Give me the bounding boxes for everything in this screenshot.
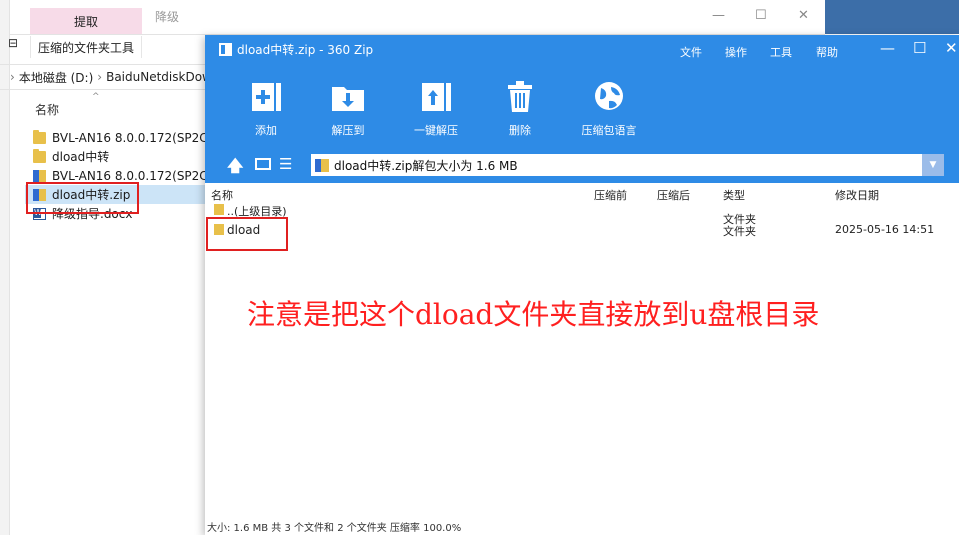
explorer-maximize-button[interactable]: ☐ xyxy=(755,8,767,23)
menu-file[interactable]: 文件 xyxy=(680,44,702,60)
chevron-down-icon[interactable]: ▼ xyxy=(922,154,944,176)
extract-to-icon xyxy=(332,87,364,111)
row-type: 文件夹 xyxy=(723,225,756,238)
globe-icon xyxy=(595,82,623,110)
ribbon-header-glyph: ⊟ xyxy=(8,36,19,50)
archive-language-label: 压缩包语言 xyxy=(581,124,637,137)
column-header-name[interactable]: 名称 xyxy=(35,101,59,118)
folder-icon xyxy=(33,148,46,163)
add-icon xyxy=(252,83,281,111)
highlight-box-dload-folder xyxy=(206,217,288,251)
extract-to-button[interactable]: 解压到 xyxy=(318,79,378,138)
path-bar: 🡅 ☰ dload中转.zip解包大小为 1.6 MB ▼ xyxy=(205,149,959,183)
thumbnail-view-icon[interactable] xyxy=(255,158,271,170)
one-click-extract-label: 一键解压 xyxy=(414,124,458,137)
file-name: BVL-AN16 8.0.0.172(SP2C00 xyxy=(52,168,210,183)
one-click-extract-button[interactable]: 一键解压 xyxy=(406,79,466,138)
zip-close-button[interactable]: ✕ xyxy=(945,39,958,57)
archive-path-text: dload中转.zip解包大小为 1.6 MB xyxy=(334,158,518,173)
file-name: BVL-AN16 8.0.0.172(SP2C00 xyxy=(52,130,210,145)
address-segment-folder[interactable]: BaiduNetdiskDown xyxy=(106,70,210,84)
zip-window-title: dload中转.zip - 360 Zip xyxy=(237,43,374,57)
add-button[interactable]: 添加 xyxy=(236,79,296,138)
delete-label: 删除 xyxy=(509,124,531,137)
extract-to-label: 解压到 xyxy=(331,124,365,137)
menu-help[interactable]: 帮助 xyxy=(816,44,838,60)
delete-icon xyxy=(508,81,532,112)
archive-language-button[interactable]: 压缩包语言 xyxy=(574,79,644,138)
zip-column-headers: 名称 压缩前 压缩后 类型 修改日期 xyxy=(205,185,959,202)
add-label: 添加 xyxy=(255,124,277,137)
one-click-extract-icon xyxy=(422,83,451,111)
zip-app-icon xyxy=(219,43,232,56)
row-modified: 2025-05-16 14:51 xyxy=(835,223,935,236)
compressed-folder-tools-label: 压缩的文件夹工具 xyxy=(30,36,142,58)
address-back-chevron[interactable]: › xyxy=(10,70,15,84)
menu-operate[interactable]: 操作 xyxy=(725,44,747,60)
archive-path-field[interactable]: dload中转.zip解包大小为 1.6 MB xyxy=(311,154,922,176)
list-item[interactable]: BVL-AN16 8.0.0.172(SP2C00 xyxy=(25,128,210,147)
delete-button[interactable]: 删除 xyxy=(490,79,550,138)
zip-maximize-button[interactable]: ☐ xyxy=(913,39,926,57)
explorer-close-button[interactable]: ✕ xyxy=(798,8,809,23)
up-arrow-icon[interactable]: 🡅 xyxy=(227,155,243,182)
zip-archive-window: dload中转.zip - 360 Zip 文件 操作 工具 帮助 — ☐ ✕ … xyxy=(205,35,959,535)
menu-tools[interactable]: 工具 xyxy=(770,44,792,60)
ribbon-tab-extract[interactable]: 提取 xyxy=(30,8,142,34)
table-row-dload[interactable]: dload 文件夹 2025-05-16 14:51 xyxy=(205,221,959,239)
list-item[interactable]: dload中转 xyxy=(25,147,210,166)
address-separator: › xyxy=(97,70,103,84)
explorer-minimize-button[interactable]: — xyxy=(712,8,725,23)
zip-title-bar: dload中转.zip - 360 Zip xyxy=(219,41,373,58)
status-bar: 大小: 1.6 MB 共 3 个文件和 2 个文件夹 压缩率 100.0% xyxy=(207,523,462,534)
ribbon-tab-downgrade[interactable]: 降级 xyxy=(155,8,179,25)
file-name: dload中转 xyxy=(52,150,110,164)
sort-arrow-icon: ^ xyxy=(92,92,100,102)
table-row-parent-dir[interactable]: ..(上级目录) 文件夹 xyxy=(205,201,959,226)
address-bar[interactable]: › 本地磁盘 (D:) › BaiduNetdiskDown xyxy=(0,64,210,90)
desktop-background-corner xyxy=(825,0,959,34)
highlight-box-zip-file xyxy=(26,182,139,214)
zip-file-icon xyxy=(315,158,329,172)
annotation-text: 注意是把这个dload文件夹直接放到u盘根目录 xyxy=(247,298,820,331)
folder-icon xyxy=(33,129,46,144)
zip-minimize-button[interactable]: — xyxy=(880,39,895,57)
list-view-icon[interactable]: ☰ xyxy=(279,155,292,173)
zip-file-icon xyxy=(33,169,46,182)
address-segment-drive[interactable]: 本地磁盘 (D:) xyxy=(19,69,93,86)
zip-header: dload中转.zip - 360 Zip 文件 操作 工具 帮助 — ☐ ✕ … xyxy=(205,35,959,183)
folder-icon xyxy=(214,204,224,215)
